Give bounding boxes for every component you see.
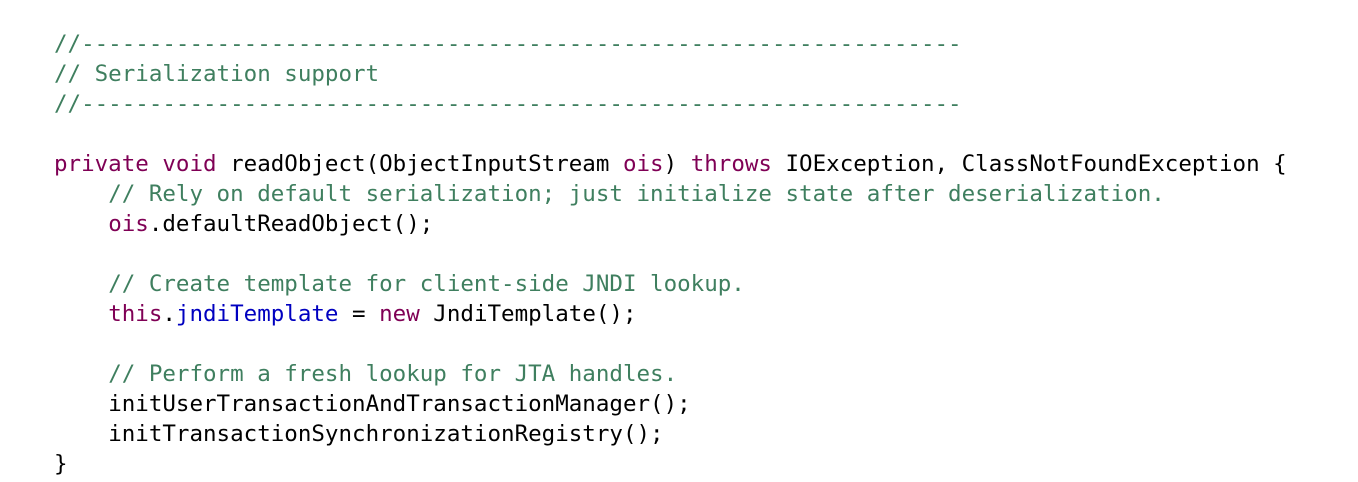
code-line-comment-lookup: // Perform a fresh lookup for JTA handle… [54,359,1344,389]
method-declaration: readObject(ObjectInputStream [230,151,623,177]
signature-close-paren: ) [663,151,691,177]
method-signature-line: private void readObject(ObjectInputStrea… [54,149,1344,179]
section-comment: // Serialization support [54,61,380,87]
member-access-dot: . [162,301,176,327]
comment-fresh-lookup: // Perform a fresh lookup for JTA handle… [108,361,678,387]
parameter-ois: ois [622,151,664,177]
keyword-new: new [379,301,420,327]
separator-comment-top: //--------------------------------------… [54,31,962,57]
code-line-comment-template: // Create template for client-side JNDI … [54,269,1344,299]
separator-comment-bottom: //--------------------------------------… [54,91,962,117]
exception-list: IOException, ClassNotFoundException { [771,151,1287,177]
code-editor: //--------------------------------------… [54,29,1344,479]
assignment-operator: = [338,301,380,327]
call-init-user-transaction: initUserTransactionAndTransactionManager… [108,391,691,417]
keyword-private: private [54,151,149,177]
closing-brace: } [54,451,68,477]
keyword-this: this [108,301,163,327]
code-line-init-user-transaction: initUserTransactionAndTransactionManager… [54,389,1344,419]
code-line-default-read: ois.defaultReadObject(); [54,209,1344,239]
keyword-void: void [162,151,217,177]
variable-ois: ois [108,211,149,237]
comment-create-template: // Create template for client-side JNDI … [108,271,745,297]
keyword-throws: throws [690,151,772,177]
call-init-sync-registry: initTransactionSynchronizationRegistry()… [108,421,664,447]
default-read-call: .defaultReadObject(); [148,211,434,237]
code-line-jndi-template: this.jndiTemplate = new JndiTemplate(); [54,299,1344,329]
code-line-comment-serialization: // Rely on default serialization; just i… [54,179,1344,209]
constructor-call: JndiTemplate(); [419,301,637,327]
comment-default-serialization: // Rely on default serialization; just i… [108,181,1165,207]
field-jndi-template: jndiTemplate [175,301,339,327]
code-line-init-sync-registry: initTransactionSynchronizationRegistry()… [54,419,1344,449]
